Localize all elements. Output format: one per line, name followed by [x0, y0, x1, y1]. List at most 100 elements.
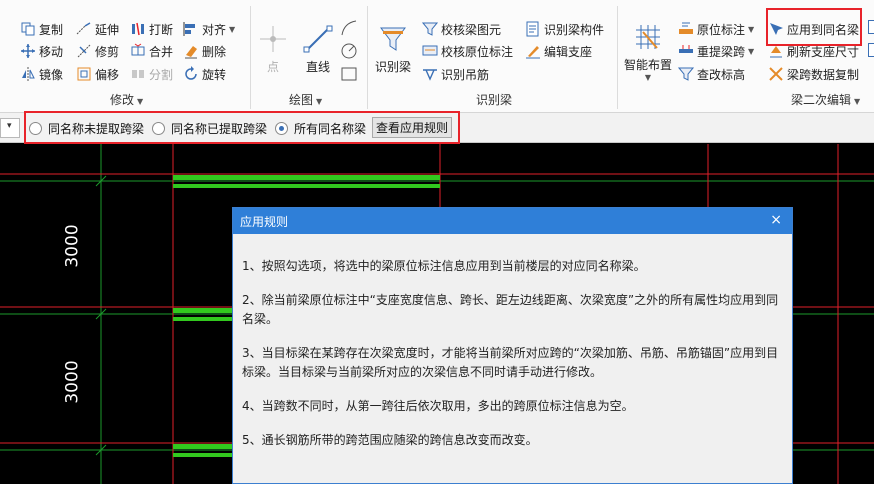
check-label-icon — [422, 45, 438, 56]
radio-circle[interactable] — [29, 122, 42, 135]
beam-member-icon — [526, 21, 539, 37]
group-modify-text: 修改 — [110, 93, 135, 107]
trim-label: 修剪 — [95, 44, 120, 59]
hanger-icon — [423, 69, 437, 81]
split-icon — [132, 70, 144, 78]
line-button[interactable]: 直线 — [303, 24, 333, 75]
orig-label-icon — [679, 22, 693, 34]
orig-label-label: 原位标注 — [697, 22, 746, 37]
delete-button[interactable]: 删除 — [183, 41, 226, 61]
offset-icon — [77, 67, 91, 81]
radio-circle-selected[interactable] — [275, 122, 288, 135]
overflow-icon[interactable] — [868, 43, 874, 57]
chevron-down-icon: ▼ — [316, 97, 323, 106]
mirror-icon — [22, 67, 35, 81]
delete-label: 删除 — [202, 44, 227, 59]
radio-unextracted-same-name[interactable]: 同名称未提取跨梁 — [29, 120, 144, 137]
reextract-span-label: 重提梁跨 — [697, 44, 746, 59]
arc-icon[interactable] — [340, 19, 358, 37]
align-icon — [183, 22, 195, 36]
point-icon — [260, 26, 286, 52]
smart-layout-icon — [636, 25, 660, 49]
dropdown-stub[interactable]: ▾ — [0, 118, 20, 138]
group-modify-label[interactable]: 修改 ▼ — [110, 91, 143, 108]
group-draw-label[interactable]: 绘图 ▼ — [289, 91, 322, 108]
overflow-icon[interactable] — [868, 20, 874, 34]
split-button[interactable]: 分割 — [130, 64, 173, 84]
rectangle-icon[interactable] — [340, 65, 358, 83]
check-orig-label-button[interactable]: 校核原位标注 — [422, 41, 513, 61]
edit-support-button[interactable]: 编辑支座 — [525, 41, 592, 61]
break-icon — [132, 22, 144, 36]
beam[interactable] — [173, 317, 233, 321]
merge-button[interactable]: 合并 — [130, 41, 173, 61]
offset-button[interactable]: 偏移 — [76, 64, 119, 84]
trim-icon — [77, 44, 91, 58]
point-button[interactable]: 点 — [258, 24, 288, 75]
orig-label-button[interactable]: 原位标注 ▼ — [678, 19, 754, 39]
check-beam-elem-button[interactable]: 校核梁图元 — [422, 19, 501, 39]
divider — [617, 6, 618, 109]
extend-icon — [76, 22, 91, 35]
break-button[interactable]: 打断 — [130, 19, 173, 39]
extend-button[interactable]: 延伸 — [76, 19, 119, 39]
offset-label: 偏移 — [95, 67, 120, 82]
align-button[interactable]: 对齐 ▼ — [183, 19, 235, 39]
identify-beam-button[interactable]: 识别梁 — [375, 24, 411, 75]
smart-layout-button[interactable]: 智能布置 ▼ — [624, 22, 672, 82]
smart-layout-label: 智能布置 — [624, 58, 673, 72]
beam[interactable] — [173, 453, 233, 457]
group-secondary-label[interactable]: 梁二次编辑 ▼ — [791, 91, 860, 108]
reextract-span-button[interactable]: 重提梁跨 ▼ — [678, 41, 754, 61]
group-secondary-text: 梁二次编辑 — [791, 93, 852, 107]
dimension-label: 3000 — [62, 224, 83, 268]
identify-beam-member-button[interactable]: 识别梁构件 — [525, 19, 604, 39]
copy-icon — [21, 22, 35, 36]
radio-all-same-name[interactable]: 所有同名称梁 — [275, 120, 366, 137]
mirror-button[interactable]: 镜像 — [20, 64, 63, 84]
chevron-down-icon: ▼ — [854, 97, 861, 106]
rotate-button[interactable]: 旋转 — [183, 64, 226, 84]
beam[interactable] — [173, 175, 440, 180]
identify-hanger-button[interactable]: 识别吊筋 — [422, 64, 489, 84]
check-elevation-button[interactable]: 查改标高 — [678, 64, 745, 84]
copy-button[interactable]: 复制 — [20, 19, 63, 39]
beam[interactable] — [173, 308, 233, 313]
trim-button[interactable]: 修剪 — [76, 41, 119, 61]
extend-label: 延伸 — [95, 22, 120, 37]
refresh-icon — [770, 46, 782, 58]
line-icon — [303, 25, 333, 53]
identify-beam-icon — [380, 27, 406, 51]
check-orig-label-label: 校核原位标注 — [441, 44, 514, 59]
point-label: 点 — [266, 60, 279, 74]
beam[interactable] — [173, 444, 233, 449]
beam[interactable] — [173, 184, 440, 188]
edit-support-label: 编辑支座 — [544, 44, 593, 59]
copy-span-data-button[interactable]: 梁跨数据复制 — [768, 64, 859, 84]
rule-item: 4、当跨数不同时，从第一跨往后依次取用，多出的跨原位标注信息为空。 — [242, 399, 634, 413]
view-rules-button[interactable]: 查看应用规则 — [372, 117, 452, 138]
refresh-support-button[interactable]: 刷新支座尺寸 — [768, 41, 859, 61]
break-label: 打断 — [149, 22, 174, 37]
close-icon[interactable]: × — [770, 212, 782, 228]
circle-icon[interactable] — [340, 42, 358, 60]
radio-extracted-same-name[interactable]: 同名称已提取跨梁 — [152, 120, 267, 137]
apply-same-name-button[interactable]: 应用到同名梁 — [768, 19, 859, 39]
dialog-titlebar[interactable]: 应用规则 × — [233, 208, 792, 234]
check-elevation-label: 查改标高 — [697, 67, 746, 82]
merge-icon — [131, 43, 145, 56]
chevron-down-icon: ▼ — [748, 46, 755, 56]
view-rules-label: 查看应用规则 — [375, 121, 448, 135]
elevation-icon — [678, 67, 694, 81]
dialog-title: 应用规则 — [240, 214, 289, 229]
check-beam-elem-label: 校核梁图元 — [441, 22, 502, 37]
chevron-down-icon: ▼ — [644, 73, 652, 82]
apply-rules-dialog: 应用规则 × 1、按照勾选项，将选中的梁原位标注信息应用到当前楼层的对应同名称梁… — [232, 207, 793, 484]
dimension-label: 3000 — [62, 360, 83, 404]
move-button[interactable]: 移动 — [20, 41, 63, 61]
span-copy-icon — [769, 67, 783, 81]
chevron-down-icon: ▼ — [748, 24, 755, 34]
radio-circle[interactable] — [152, 122, 165, 135]
eraser-icon — [185, 46, 197, 59]
radio-label: 同名称已提取跨梁 — [171, 122, 268, 136]
